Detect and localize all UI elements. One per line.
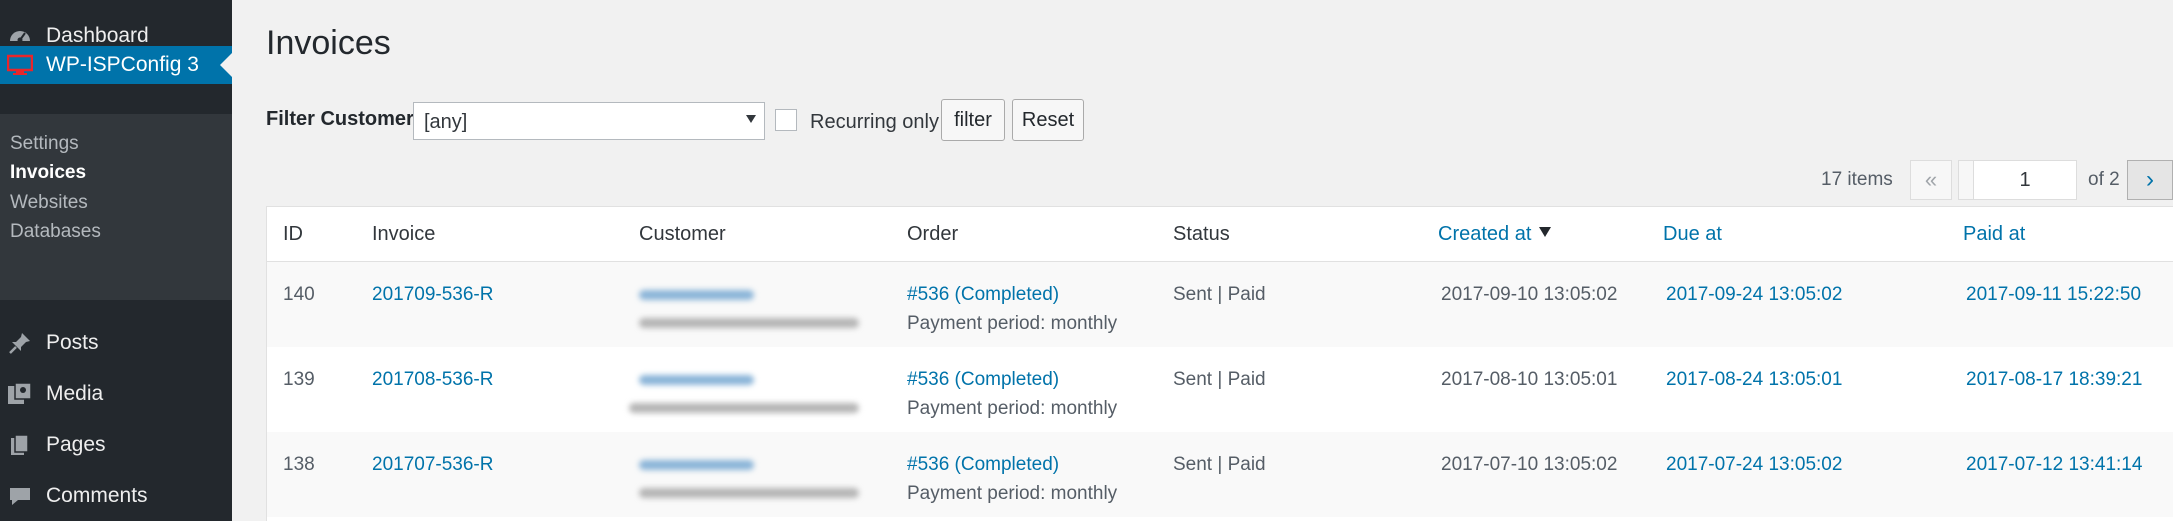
cell-created-at: 2017-09-10 13:05:02 [1441, 284, 1618, 305]
cell-status: Sent | Paid [1173, 284, 1266, 305]
cell-invoice-link[interactable]: 201707-536-R [372, 454, 493, 476]
cell-created-at: 2017-07-10 13:05:02 [1441, 454, 1618, 475]
customer-select-value: [any] [424, 111, 468, 133]
cell-payment-period: Payment period: monthly [907, 313, 1118, 334]
cell-status: Sent | Paid [1173, 369, 1266, 390]
menu-label-posts: Posts [46, 331, 99, 354]
recurring-label[interactable]: Recurring only [810, 111, 939, 134]
customer-name-redacted [639, 375, 754, 385]
column-header-order: Order [907, 223, 959, 245]
cell-due-at[interactable]: 2017-08-24 13:05:01 [1666, 369, 1842, 391]
cell-id: 138 [283, 454, 315, 475]
pin-icon [6, 329, 34, 357]
column-header-status: Status [1173, 223, 1230, 245]
submenu-item-settings[interactable]: Settings [10, 133, 79, 155]
filter-customer-label: Filter Customer: [266, 108, 421, 130]
customer-name-redacted [639, 290, 754, 300]
menu-item-media[interactable]: Media [0, 369, 232, 419]
sort-desc-icon [1539, 227, 1552, 237]
media-icon [6, 380, 34, 408]
cell-status: Sent | Paid [1173, 454, 1266, 475]
menu-label-dashboard: Dashboard [46, 24, 149, 47]
menu-item-comments[interactable]: Comments [0, 471, 232, 521]
cell-payment-period: Payment period: monthly [907, 483, 1118, 504]
customer-select[interactable]: [any] [413, 102, 765, 140]
first-page-button[interactable]: « [1910, 160, 1952, 200]
cell-order-link[interactable]: #536 (Completed) [907, 369, 1059, 391]
comment-icon [6, 482, 34, 510]
total-pages-text: of 2 [2088, 169, 2120, 190]
menu-item-pages[interactable]: Pages [0, 420, 232, 470]
cell-order-link[interactable]: #536 (Completed) [907, 454, 1059, 476]
column-header-id: ID [283, 223, 303, 245]
customer-email-redacted [639, 488, 859, 498]
menu-label-wp-ispconfig: WP-ISPConfig 3 [46, 53, 199, 76]
current-page-input[interactable]: 1 [1973, 160, 2077, 200]
next-page-button[interactable]: › [2127, 160, 2173, 200]
cell-order-link[interactable]: #536 (Completed) [907, 284, 1059, 306]
column-header-invoice: Invoice [372, 223, 436, 245]
menu-label-comments: Comments [46, 484, 148, 507]
menu-label-media: Media [46, 382, 104, 405]
column-header-created-at[interactable]: Created at [1438, 223, 1552, 246]
cell-id: 139 [283, 369, 315, 390]
cell-paid-at[interactable]: 2017-09-11 15:22:50 [1966, 284, 2141, 306]
customer-email-redacted [639, 318, 859, 328]
menu-item-posts[interactable]: Posts [0, 318, 232, 368]
table-row: 139 201708-536-R #536 (Completed) Paymen… [267, 347, 2173, 432]
created-at-label: Created at [1438, 223, 1532, 245]
items-count: 17 items [1821, 169, 1893, 190]
table-row: 138 201707-536-R #536 (Completed) Paymen… [267, 432, 2173, 517]
pages-icon [6, 431, 34, 459]
page-title: Invoices [266, 24, 391, 62]
monitor-icon [6, 51, 34, 79]
invoices-table: ID Invoice Customer Order Status Created… [266, 206, 2173, 521]
column-header-due-at[interactable]: Due at [1663, 223, 1722, 246]
filter-button[interactable]: filter [941, 99, 1005, 141]
submenu-item-databases[interactable]: Databases [10, 221, 101, 243]
cell-payment-period: Payment period: monthly [907, 398, 1118, 419]
cell-due-at[interactable]: 2017-09-24 13:05:02 [1666, 284, 1842, 306]
cell-invoice-link[interactable]: 201708-536-R [372, 369, 493, 391]
column-header-customer: Customer [639, 223, 726, 245]
table-header: ID Invoice Customer Order Status Created… [267, 207, 2173, 262]
cell-paid-at[interactable]: 2017-08-17 18:39:21 [1966, 369, 2142, 391]
customer-name-redacted [639, 460, 754, 470]
cell-created-at: 2017-08-10 13:05:01 [1441, 369, 1618, 390]
chevron-down-icon [746, 115, 756, 123]
customer-email-redacted [629, 403, 859, 413]
cell-id: 140 [283, 284, 315, 305]
submenu-item-invoices[interactable]: Invoices [10, 162, 86, 184]
admin-sidebar: Dashboard WP-ISPConfig 3 Settings Invoic… [0, 0, 232, 521]
reset-button[interactable]: Reset [1012, 99, 1084, 141]
cell-invoice-link[interactable]: 201709-536-R [372, 284, 493, 306]
table-row: 140 201709-536-R #536 (Completed) Paymen… [267, 262, 2173, 347]
cell-paid-at[interactable]: 2017-07-12 13:41:14 [1966, 454, 2142, 476]
wp-admin-page: Dashboard WP-ISPConfig 3 Settings Invoic… [0, 0, 2173, 521]
column-header-paid-at[interactable]: Paid at [1963, 223, 2025, 246]
recurring-checkbox[interactable] [775, 109, 797, 131]
submenu-item-websites[interactable]: Websites [10, 192, 88, 214]
active-menu-arrow [220, 53, 232, 77]
submenu: Settings Invoices Websites Databases [0, 114, 232, 300]
menu-label-pages: Pages [46, 433, 106, 456]
menu-item-wp-ispconfig[interactable]: WP-ISPConfig 3 [0, 46, 232, 84]
cell-due-at[interactable]: 2017-07-24 13:05:02 [1666, 454, 1842, 476]
